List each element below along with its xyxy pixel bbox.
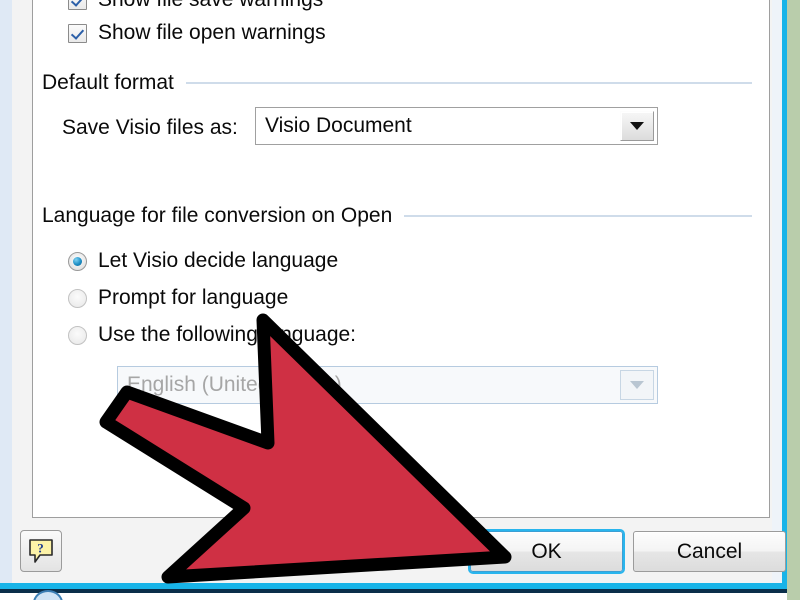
radio-label: Let Visio decide language	[98, 249, 339, 272]
screenshot-root: Show file save warnings Show file open w…	[0, 0, 800, 600]
checkbox-label: Show file save warnings	[98, 0, 323, 12]
checkbox-label: Show file open warnings	[98, 21, 326, 44]
radio-button[interactable]	[68, 288, 87, 308]
combo-value: Visio Document	[265, 114, 412, 137]
radio-let-visio-decide-language[interactable]: Let Visio decide language	[68, 249, 338, 273]
combo-save-visio-files-as[interactable]: Visio Document	[255, 107, 658, 145]
combo-value: English (United States)	[127, 373, 342, 396]
window-border-right	[782, 0, 787, 588]
desktop-background	[787, 0, 800, 600]
help-question-icon: ?	[29, 539, 53, 563]
checkbox-show-file-open-warnings[interactable]: Show file open warnings	[68, 21, 326, 45]
radio-label: Use the following language:	[98, 323, 357, 346]
group-header-language-conversion: Language for file conversion on Open	[42, 204, 752, 228]
checkbox-box[interactable]	[68, 23, 87, 43]
radio-label: Prompt for language	[98, 286, 289, 309]
chevron-down-icon[interactable]	[620, 370, 654, 400]
ok-button[interactable]: OK	[470, 531, 623, 572]
help-button[interactable]: ?	[20, 530, 62, 572]
combo-language-select[interactable]: English (United States)	[117, 366, 658, 404]
group-separator-line	[185, 82, 752, 84]
underlying-window-titlebar	[0, 589, 787, 593]
group-separator-line	[404, 215, 752, 217]
group-title: Default format	[42, 71, 174, 94]
group-title: Language for file conversion on Open	[42, 204, 393, 227]
cancel-button[interactable]: Cancel	[633, 531, 786, 572]
cancel-button-label: Cancel	[676, 539, 743, 563]
checkbox-show-file-save-warnings[interactable]: Show file save warnings	[68, 0, 323, 12]
options-dialog: Show file save warnings Show file open w…	[12, 0, 786, 583]
radio-button[interactable]	[68, 325, 87, 345]
svg-text:?: ?	[37, 541, 44, 556]
window-left-band	[0, 0, 12, 585]
checkbox-box[interactable]	[68, 0, 87, 10]
radio-use-the-following-language[interactable]: Use the following language:	[68, 323, 356, 347]
chevron-down-icon[interactable]	[620, 111, 654, 141]
radio-button[interactable]	[68, 251, 87, 271]
label-save-visio-files-as: Save Visio files as:	[62, 116, 238, 139]
window-right-band	[772, 0, 782, 585]
ok-button-label: OK	[531, 539, 562, 563]
radio-prompt-for-language[interactable]: Prompt for language	[68, 286, 288, 310]
group-header-default-format: Default format	[42, 71, 752, 95]
